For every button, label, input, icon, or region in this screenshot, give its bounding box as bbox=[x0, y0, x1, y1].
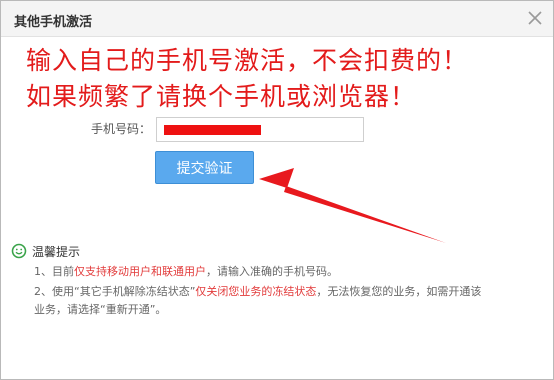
tip-item-2-text-b: ，无法恢复您的业务，如需开通该 bbox=[316, 285, 482, 298]
tip-item-2-text-a: 2、使用“其它手机解除冻结状态” bbox=[34, 285, 196, 298]
close-icon[interactable] bbox=[525, 8, 545, 28]
dialog-titlebar: 其他手机激活 bbox=[1, 1, 553, 37]
tip-item-1-text-a: 1、目前 bbox=[34, 265, 74, 278]
warning-banner-line2: 如果频繁了请换个手机或浏览器！ bbox=[26, 82, 417, 111]
tip-item-2: 2、使用“其它手机解除冻结状态”仅关闭您业务的冻结状态，无法恢复您的业务，如需开… bbox=[34, 283, 481, 301]
warning-banner-line1: 输入自己的手机号激活，不会扣费的！ bbox=[26, 46, 469, 75]
redaction-mark bbox=[164, 125, 261, 135]
phone-label: 手机号码： bbox=[91, 122, 152, 136]
red-arrow-annotation bbox=[259, 168, 446, 243]
tip-item-1-text-b: ，请输入准确的手机号码。 bbox=[206, 265, 338, 278]
tip-item-2-continued: 业务，请选择“重新开通”。 bbox=[34, 303, 167, 316]
tip-item-2-highlight: 仅关闭您业务的冻结状态 bbox=[195, 285, 317, 298]
tips-title: 温馨提示 bbox=[32, 244, 81, 259]
tip-item-1-highlight: 仅支持移动用户和联通用户 bbox=[74, 265, 206, 278]
dialog-title: 其他手机激活 bbox=[14, 15, 93, 30]
activation-dialog: 其他手机激活 输入自己的手机号激活，不会扣费的！ 如果频繁了请换个手机或浏览器！… bbox=[0, 0, 554, 380]
smile-icon bbox=[11, 243, 27, 259]
tip-item-1: 1、目前仅支持移动用户和联通用户，请输入准确的手机号码。 bbox=[34, 263, 338, 281]
submit-verify-button[interactable]: 提交验证 bbox=[155, 151, 254, 184]
tips-header: 温馨提示 bbox=[11, 243, 80, 259]
